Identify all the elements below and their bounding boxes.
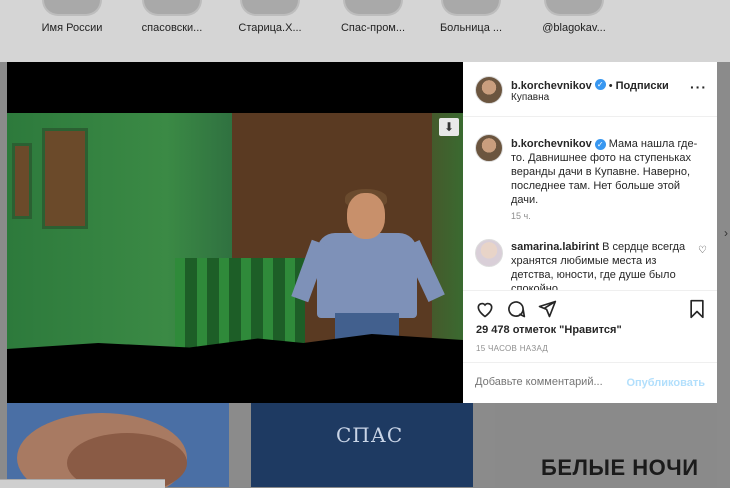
highlight-5[interactable]: Больница ...: [416, 0, 526, 34]
action-bar: [463, 290, 717, 327]
post-media[interactable]: ⬇: [7, 62, 463, 403]
comment-input[interactable]: [475, 376, 625, 388]
post-caption: b.korchevnikov ✓ Мама нашла где-то. Давни…: [511, 137, 707, 207]
location-link[interactable]: Купавна: [511, 92, 549, 103]
post-photo: [7, 113, 463, 353]
post-timestamp: 15 ЧАСОВ НАЗАД: [476, 344, 549, 353]
highlight-3[interactable]: Старица.Х...: [215, 0, 325, 34]
spas-logo: СПАС: [336, 423, 404, 447]
highlight-label: Старица.Х...: [238, 22, 302, 34]
highlight-label: @blagokav...: [542, 22, 606, 34]
highlight-label: спасовски...: [141, 22, 203, 34]
highlight-label: Имя России: [41, 22, 103, 34]
comment-item: samarina.labirint В сердце всегда хранят…: [511, 240, 697, 290]
download-icon[interactable]: ⬇: [439, 118, 459, 136]
comment-username[interactable]: samarina.labirint: [511, 241, 599, 253]
story-highlights: Имя России спасовски... Старица.Х... Спа…: [0, 0, 730, 62]
avatar[interactable]: [475, 76, 503, 104]
more-horizontal-icon[interactable]: ···: [690, 79, 707, 95]
grid-post-2[interactable]: СПАС: [251, 403, 473, 487]
likes-count[interactable]: 29 478 отметок "Нравится": [476, 324, 622, 336]
verified-icon: ✓: [594, 138, 606, 150]
next-arrow-icon[interactable]: ›: [724, 226, 730, 240]
following-button[interactable]: Подписки: [616, 80, 669, 92]
post-header: b.korchevnikov ✓ • Подписки Купавна ···: [463, 62, 717, 117]
highlight-1[interactable]: Имя России: [17, 0, 127, 34]
highlight-label: Больница ...: [439, 22, 503, 34]
tile-title: БЕЛЫЕ НОЧИ: [541, 455, 699, 480]
add-comment-bar: Опубликовать: [463, 362, 717, 404]
comment-icon[interactable]: [506, 299, 526, 319]
grid-post-1[interactable]: [7, 403, 229, 487]
caption-username[interactable]: b.korchevnikov: [511, 138, 592, 150]
heart-icon[interactable]: [475, 299, 495, 319]
commenter-avatar[interactable]: [475, 239, 503, 267]
highlight-6[interactable]: @blagokav...: [519, 0, 629, 34]
highlight-label: Спас-пром...: [340, 22, 406, 34]
separator-dot: •: [608, 80, 613, 92]
highlight-4[interactable]: Спас-пром...: [318, 0, 428, 34]
bookmark-icon[interactable]: [687, 299, 707, 319]
caption-avatar[interactable]: [475, 134, 503, 162]
share-icon[interactable]: [537, 299, 557, 319]
publish-button[interactable]: Опубликовать: [626, 377, 705, 389]
grid-post-3[interactable]: БЕЛЫЕ НОЧИ: [495, 403, 717, 487]
highlight-2[interactable]: спасовски...: [117, 0, 227, 34]
post-details-panel: b.korchevnikov ✓ • Подписки Купавна ··· b.k…: [463, 62, 717, 403]
comment-like-icon[interactable]: ♡: [698, 245, 707, 256]
caption-time[interactable]: 15 ч.: [511, 211, 531, 221]
username-link[interactable]: b.korchevnikov: [511, 80, 592, 92]
verified-icon: ✓: [594, 79, 606, 91]
